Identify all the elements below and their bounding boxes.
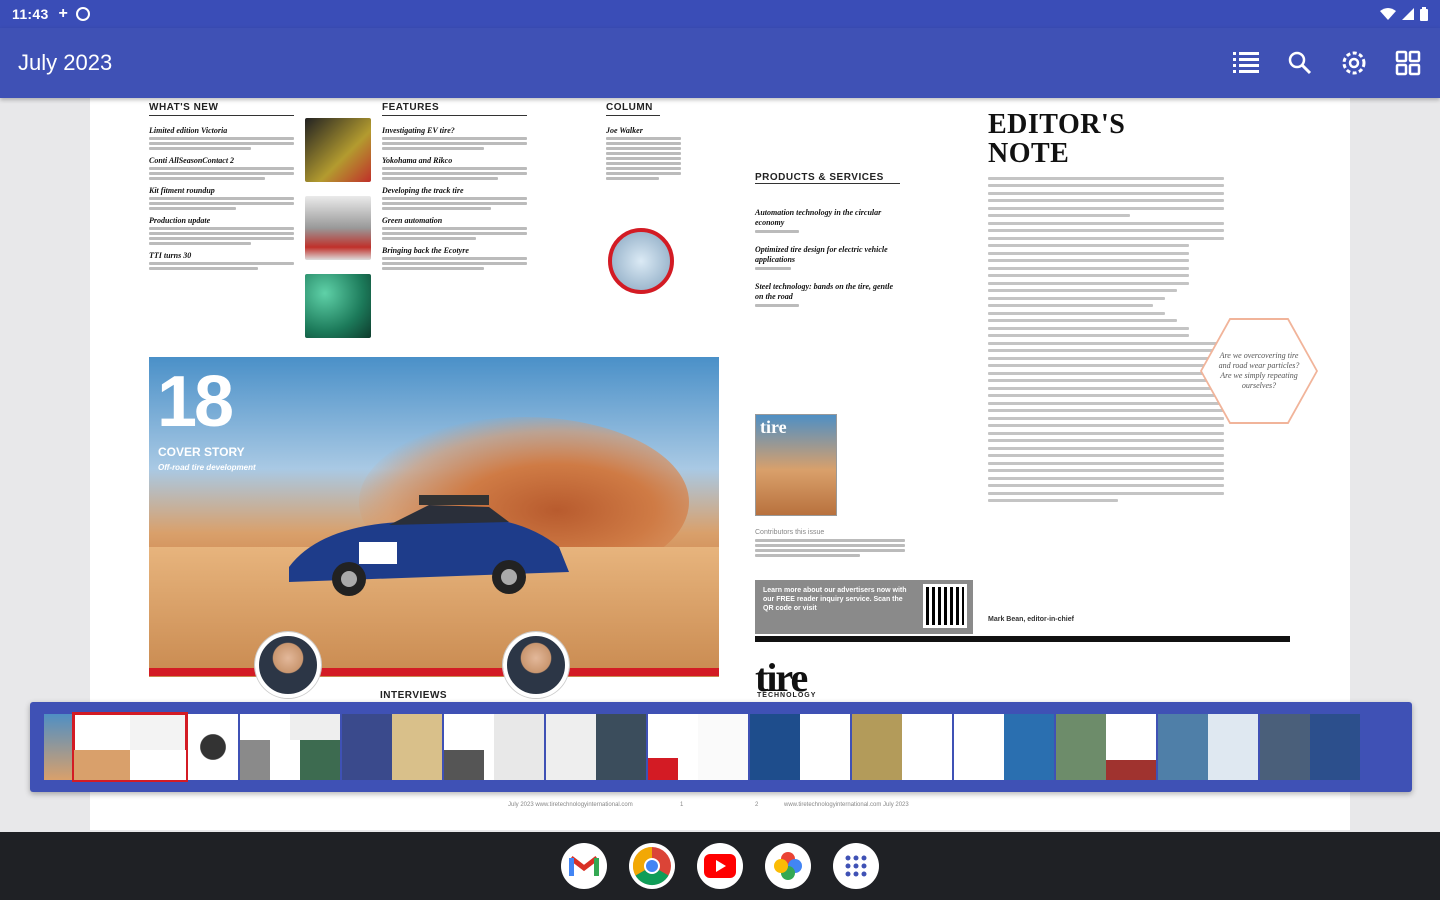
page-thumbnail[interactable] [1056,714,1156,780]
contents-list-icon [1233,52,1259,73]
search-icon [1288,51,1312,75]
footer-left: July 2023 www.tiretechnologyinternationa… [508,802,633,808]
page-thumbnail[interactable] [342,714,442,780]
toc-item: Green automation [382,216,527,240]
toc-item: Joe Walker [606,126,681,180]
app-bar: July 2023 [0,28,1440,98]
page-thumbnail[interactable] [546,714,646,780]
toc-item: Investigating EV tire? [382,126,527,150]
interviews-heading: INTERVIEWS [380,690,448,701]
feature-thumbnail[interactable] [305,118,371,182]
cover-story-subtitle: Off-road tire development [158,463,256,472]
page-thumbnail[interactable] [954,714,1054,780]
page-thumbnail[interactable] [444,714,544,780]
toc-item: Conti AllSeasonContact 2 [149,156,294,180]
feature-thumbnail[interactable] [305,274,371,338]
app-launcher-button[interactable] [833,843,879,889]
grid-view-icon [1395,50,1421,76]
toc-item: Bringing back the Ecotyre [382,246,527,270]
issue-title: July 2023 [18,50,113,75]
toc-item: Kit fitment roundup [149,186,294,210]
feature-thumbnail[interactable] [305,196,371,260]
rally-car-illustration [289,495,569,596]
toc-item: Yokohama and Rikco [382,156,527,180]
youtube-icon [704,854,736,878]
magazine-cover-thumbnail[interactable]: tire [755,414,837,516]
circle-notification-icon [75,7,90,21]
cover-brand: tire [760,417,787,437]
app-dock [0,832,1440,900]
features-list: Investigating EV tire? Yokohama and Rikc… [382,126,527,276]
gmail-icon [569,856,599,876]
qr-code[interactable] [923,584,967,628]
toc-item: Developing the track tire [382,186,527,210]
toc-item: Automation technology in the circular ec… [755,208,900,233]
footer-right: www.tiretechnologyinternational.com July… [784,802,909,808]
advertiser-inquiry-box[interactable]: Learn more about our advertisers now wit… [755,580,973,634]
contents-list-button[interactable] [1232,49,1260,77]
page-thumbnail[interactable] [750,714,850,780]
cover-story-label: COVER STORY [158,445,245,459]
toc-item: Limited edition Victoria [149,126,294,150]
products-list: Automation technology in the circular ec… [755,208,900,313]
column-list: Joe Walker [606,126,681,186]
app-launcher-icon [845,855,867,877]
editor-signoff: Mark Bean, editor-in-chief [988,616,1074,623]
whats-new-heading: WHAT'S NEW [149,102,294,116]
youtube-app-button[interactable] [697,843,743,889]
page-thumbnail[interactable] [1158,714,1258,780]
ad-text: Learn more about our advertisers now wit… [763,587,907,612]
page-thumbnail[interactable] [852,714,952,780]
contributors-title: Contributors this issue [755,529,825,536]
masthead-sub: TECHNOLOGY [757,692,817,699]
contributors: Contributors this issue [755,528,905,559]
page-thumbnail-selected[interactable] [72,712,188,782]
chrome-app-button[interactable] [629,843,675,889]
chrome-icon [632,846,671,886]
red-accent-band [149,668,719,676]
page-thumbnail-strip[interactable] [30,702,1412,792]
battery-icon [1420,7,1428,21]
interviewee-avatar[interactable] [503,632,569,698]
page-thumbnail[interactable] [44,714,72,780]
page-thumbnail[interactable] [240,714,340,780]
column-illustration [608,228,674,294]
toc-item: TTI turns 30 [149,251,294,270]
products-heading: PRODUCTS & SERVICES [755,172,900,184]
page-number-right: 2 [755,802,759,808]
toc-item: Steel technology: bands on the tire, gen… [755,282,900,307]
photos-app-button[interactable] [765,843,811,889]
interviewee-avatar[interactable] [255,632,321,698]
cover-page-number: 18 [157,362,234,442]
editors-note-body [988,172,1224,507]
column-heading: COLUMN [606,102,660,116]
status-time: 11:43 [12,6,49,22]
toc-item: Optimized tire design for electric vehic… [755,245,900,270]
page-number-left: 1 [680,802,684,808]
wifi-icon [1380,8,1396,20]
toc-item: Production update [149,216,294,245]
settings-icon [1342,51,1366,75]
settings-button[interactable] [1340,49,1368,77]
divider-rule [755,636,1290,642]
status-bar: 11:43 + [0,0,1440,28]
editors-note-title: EDITOR'S NOTE [988,109,1126,169]
page-thumbnail[interactable] [188,714,238,780]
photos-icon [774,852,802,880]
features-heading: FEATURES [382,102,527,116]
gmail-app-button[interactable] [561,843,607,889]
signal-icon [1402,8,1414,20]
search-button[interactable] [1286,49,1314,77]
whats-new-list: Limited edition Victoria Conti AllSeason… [149,126,294,276]
page-thumbnail[interactable] [1260,714,1360,780]
cover-story-image[interactable]: 18 COVER STORY Off-road tire development [149,357,719,677]
plus-notification-icon: + [58,5,68,22]
grid-view-button[interactable] [1394,49,1422,77]
page-thumbnail[interactable] [648,714,748,780]
